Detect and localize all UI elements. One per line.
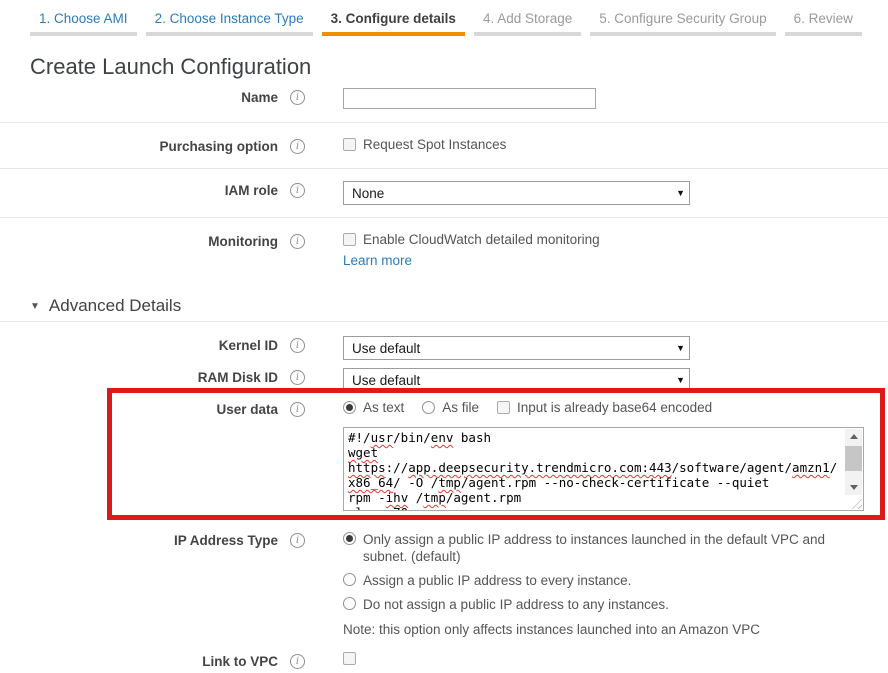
- user-data-textarea[interactable]: #!/usr/bin/env bash wget https://app.dee…: [343, 427, 864, 511]
- iam-role-row: IAM role i None ▼: [0, 169, 888, 217]
- wizard-tabs: 1. Choose AMI 2. Choose Instance Type 3.…: [0, 0, 888, 36]
- ram-disk-id-select[interactable]: Use default ▼: [343, 368, 690, 392]
- monitoring-label: Monitoring: [208, 234, 278, 249]
- info-icon[interactable]: i: [290, 90, 305, 105]
- ram-disk-id-selected-value: Use default: [352, 373, 420, 388]
- info-icon[interactable]: i: [290, 338, 305, 353]
- base64-encoded-label: Input is already base64 encoded: [517, 400, 712, 415]
- ip-default-vpc-radio[interactable]: [343, 532, 356, 545]
- monitoring-row: Monitoring i Enable CloudWatch detailed …: [0, 218, 888, 268]
- info-icon[interactable]: i: [290, 183, 305, 198]
- request-spot-instances-label: Request Spot Instances: [363, 137, 506, 152]
- chevron-down-icon: ▼: [676, 343, 685, 353]
- request-spot-instances-checkbox[interactable]: [343, 138, 356, 151]
- tab-add-storage: 4. Add Storage: [474, 8, 581, 36]
- info-icon[interactable]: i: [290, 654, 305, 669]
- scroll-thumb[interactable]: [845, 446, 862, 471]
- ip-every-instance-radio[interactable]: [343, 573, 356, 586]
- kernel-id-row: Kernel ID i Use default ▼: [0, 336, 888, 360]
- info-icon[interactable]: i: [290, 139, 305, 154]
- ram-disk-id-row: RAM Disk ID i Use default ▼: [0, 368, 888, 392]
- info-icon[interactable]: i: [290, 370, 305, 385]
- name-label: Name: [241, 90, 278, 105]
- divider: [0, 321, 888, 322]
- info-icon[interactable]: i: [290, 533, 305, 548]
- ip-address-type-row: IP Address Type i Only assign a public I…: [0, 531, 888, 638]
- tab-configure-security-group: 5. Configure Security Group: [590, 8, 775, 36]
- learn-more-link[interactable]: Learn more: [343, 253, 412, 268]
- cloudwatch-monitoring-label: Enable CloudWatch detailed monitoring: [363, 232, 600, 247]
- arrow-down-icon: [850, 485, 858, 490]
- name-row: Name i: [0, 88, 888, 109]
- link-to-vpc-checkbox[interactable]: [343, 652, 356, 665]
- base64-encoded-checkbox[interactable]: [497, 401, 510, 414]
- as-file-radio[interactable]: [422, 401, 435, 414]
- iam-role-selected-value: None: [352, 186, 384, 201]
- cloudwatch-monitoring-checkbox[interactable]: [343, 233, 356, 246]
- chevron-down-icon: ▼: [676, 375, 685, 385]
- arrow-up-icon: [850, 434, 858, 439]
- scroll-up-button[interactable]: [845, 429, 862, 444]
- ip-every-instance-label: Assign a public IP address to every inst…: [363, 572, 631, 589]
- iam-role-select[interactable]: None ▼: [343, 181, 690, 205]
- ip-address-type-label: IP Address Type: [174, 533, 278, 548]
- purchasing-option-label: Purchasing option: [159, 139, 278, 154]
- ip-address-note: Note: this option only affects instances…: [343, 621, 868, 638]
- kernel-id-select[interactable]: Use default ▼: [343, 336, 690, 360]
- as-file-label: As file: [442, 400, 479, 415]
- ip-default-vpc-label: Only assign a public IP address to insta…: [363, 531, 868, 565]
- user-data-label: User data: [216, 402, 278, 417]
- kernel-id-selected-value: Use default: [352, 341, 420, 356]
- as-text-label: As text: [363, 400, 404, 415]
- ram-disk-id-label: RAM Disk ID: [198, 370, 278, 385]
- purchasing-option-row: Purchasing option i Request Spot Instanc…: [0, 123, 888, 168]
- link-to-vpc-row: Link to VPC i: [0, 652, 888, 669]
- page-title: Create Launch Configuration: [30, 54, 888, 80]
- user-data-script: #!/usr/bin/env bash wget https://app.dee…: [348, 430, 839, 511]
- tab-choose-ami[interactable]: 1. Choose AMI: [30, 8, 137, 36]
- scrollbar[interactable]: [845, 429, 862, 495]
- link-to-vpc-label: Link to VPC: [202, 654, 278, 669]
- info-icon[interactable]: i: [290, 234, 305, 249]
- iam-role-label: IAM role: [225, 183, 278, 198]
- name-input[interactable]: [343, 88, 596, 109]
- scroll-down-button[interactable]: [845, 480, 862, 495]
- user-data-row: User data i As text As file Input is alr…: [0, 400, 888, 511]
- as-text-radio[interactable]: [343, 401, 356, 414]
- tab-choose-instance-type[interactable]: 2. Choose Instance Type: [146, 8, 313, 36]
- resize-grip-icon[interactable]: [849, 496, 862, 509]
- info-icon[interactable]: i: [290, 402, 305, 417]
- tab-configure-details[interactable]: 3. Configure details: [322, 8, 465, 36]
- caret-down-icon: ▼: [30, 301, 40, 312]
- ip-no-public-radio[interactable]: [343, 597, 356, 610]
- ip-no-public-label: Do not assign a public IP address to any…: [363, 596, 669, 613]
- advanced-details-toggle[interactable]: ▼ Advanced Details: [30, 296, 888, 316]
- chevron-down-icon: ▼: [676, 188, 685, 198]
- advanced-details-title: Advanced Details: [49, 296, 181, 316]
- tab-review: 6. Review: [785, 8, 862, 36]
- kernel-id-label: Kernel ID: [219, 338, 278, 353]
